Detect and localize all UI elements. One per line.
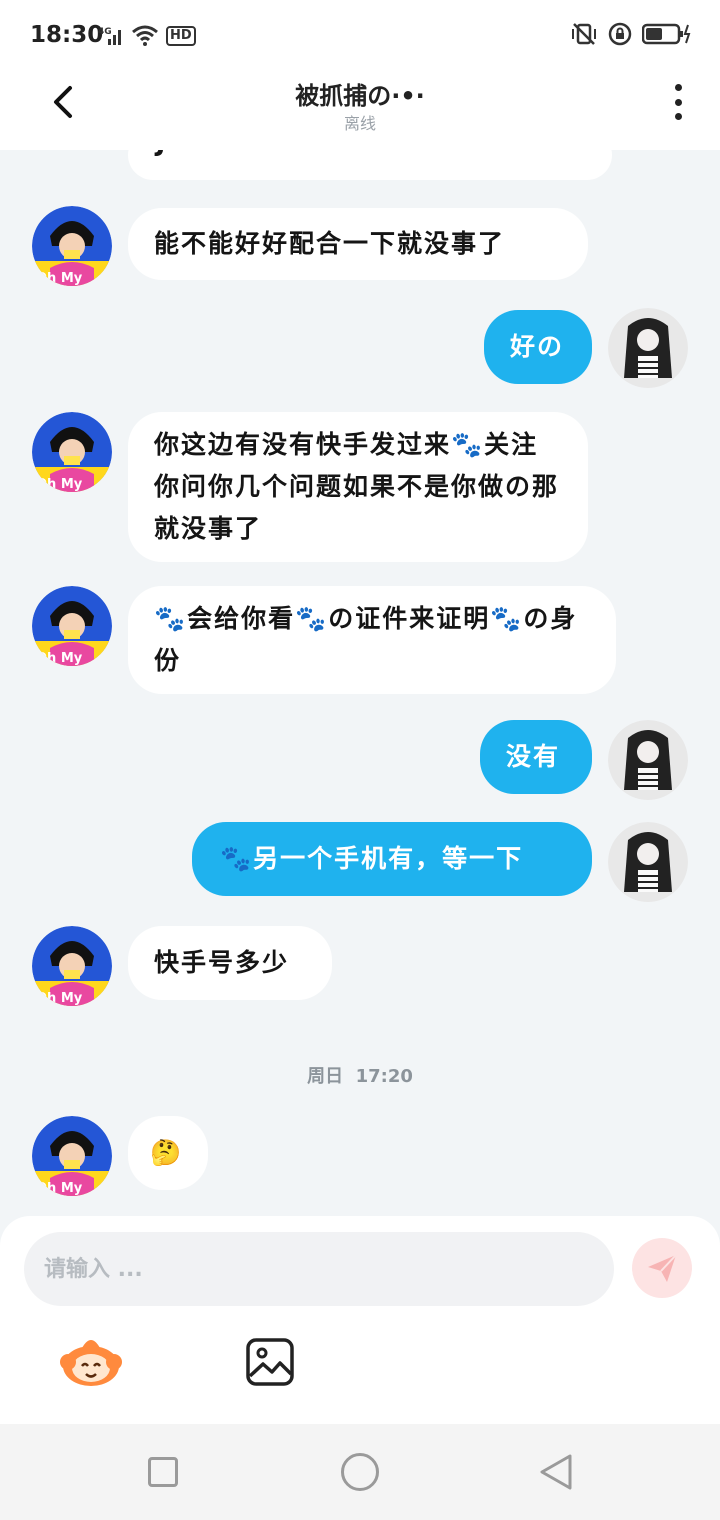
message-timestamp: 周日 17:20 xyxy=(0,1062,720,1088)
avatar-self[interactable] xyxy=(608,822,688,902)
timestamp-day: 周日 xyxy=(307,1066,344,1087)
message-text: 🤔 xyxy=(150,1138,184,1167)
message-text: 你这边有没有快手发过来🐾关注你问你几个问题如果不是你做の那就没事了 xyxy=(154,430,560,543)
status-time: 18:30 xyxy=(30,22,104,48)
avatar-contact[interactable]: Oh My xyxy=(32,586,112,666)
svg-text:Oh My: Oh My xyxy=(36,1181,83,1196)
message-text: 🐾会给你看🐾の证件来证明🐾の身份 xyxy=(154,604,578,675)
message-text: 快手号多少 xyxy=(154,948,290,977)
message-bubble-outgoing[interactable]: 没有 xyxy=(480,720,592,794)
status-left-icons: 4G HD xyxy=(98,24,196,48)
message-bubble-outgoing[interactable]: 🐾另一个手机有，等一下 xyxy=(192,822,592,896)
nav-back-icon[interactable] xyxy=(538,1452,574,1492)
avatar-self[interactable] xyxy=(608,308,688,388)
message-bubble-incoming[interactable]: 🤔 xyxy=(128,1116,208,1190)
vibrate-mute-icon xyxy=(572,23,596,45)
avatar-contact[interactable]: Oh My xyxy=(32,206,112,286)
avatar-contact[interactable]: Oh My xyxy=(32,926,112,1006)
message-text: 没有 xyxy=(506,742,561,771)
send-icon xyxy=(648,1254,677,1282)
avatar-self[interactable] xyxy=(608,720,688,800)
avatar-contact[interactable]: Oh My xyxy=(32,1116,112,1196)
wifi-icon xyxy=(132,25,158,46)
battery-icon xyxy=(642,23,691,45)
svg-text:Oh My: Oh My xyxy=(36,271,83,286)
cellular-signal-icon: 4G xyxy=(98,27,121,45)
message-composer xyxy=(0,1216,720,1424)
message-text: 🐾另一个手机有，等一下 xyxy=(220,844,524,873)
timestamp-time: 17:20 xyxy=(355,1066,413,1087)
message-list[interactable]: J Oh My 能不能好好配合一下就没事了 好の xyxy=(0,150,720,1216)
message-text: 好の xyxy=(510,332,565,361)
message-bubble-outgoing[interactable]: 好の xyxy=(484,310,592,384)
image-icon[interactable] xyxy=(244,1336,296,1388)
status-right-icons xyxy=(570,22,692,46)
message-input[interactable] xyxy=(24,1232,614,1306)
svg-text:Oh My: Oh My xyxy=(36,651,83,666)
status-bar: 18:30 4G HD xyxy=(0,0,720,70)
message-bubble-incoming[interactable]: 🐾会给你看🐾の证件来证明🐾の身份 xyxy=(128,586,616,694)
online-status: 离线 xyxy=(343,114,376,133)
message-text: J xyxy=(156,150,584,155)
message-bubble-incoming[interactable]: 你这边有没有快手发过来🐾关注你问你几个问题如果不是你做の那就没事了 xyxy=(128,412,588,562)
nav-recents-icon[interactable] xyxy=(148,1457,178,1487)
page-title: 被抓捕の·•· xyxy=(295,82,425,110)
chat-header: 被抓捕の·•· 离线 xyxy=(0,70,720,150)
send-button[interactable] xyxy=(632,1238,692,1298)
more-vert-icon[interactable] xyxy=(670,84,686,120)
message-bubble-incoming[interactable]: J xyxy=(128,150,612,180)
message-bubble-incoming[interactable]: 能不能好好配合一下就没事了 xyxy=(128,208,588,280)
message-bubble-incoming[interactable]: 快手号多少 xyxy=(128,926,332,1000)
system-nav-bar xyxy=(0,1424,720,1520)
hd-badge-icon: HD xyxy=(166,26,196,46)
svg-text:Oh My: Oh My xyxy=(36,477,83,492)
lock-rotation-icon xyxy=(608,22,632,46)
svg-text:4G: 4G xyxy=(98,27,112,37)
emoji-icon[interactable] xyxy=(58,1332,124,1388)
nav-home-icon[interactable] xyxy=(341,1453,379,1491)
avatar-contact[interactable]: Oh My xyxy=(32,412,112,492)
message-text: 能不能好好配合一下就没事了 xyxy=(154,229,506,258)
svg-text:Oh My: Oh My xyxy=(36,991,83,1006)
